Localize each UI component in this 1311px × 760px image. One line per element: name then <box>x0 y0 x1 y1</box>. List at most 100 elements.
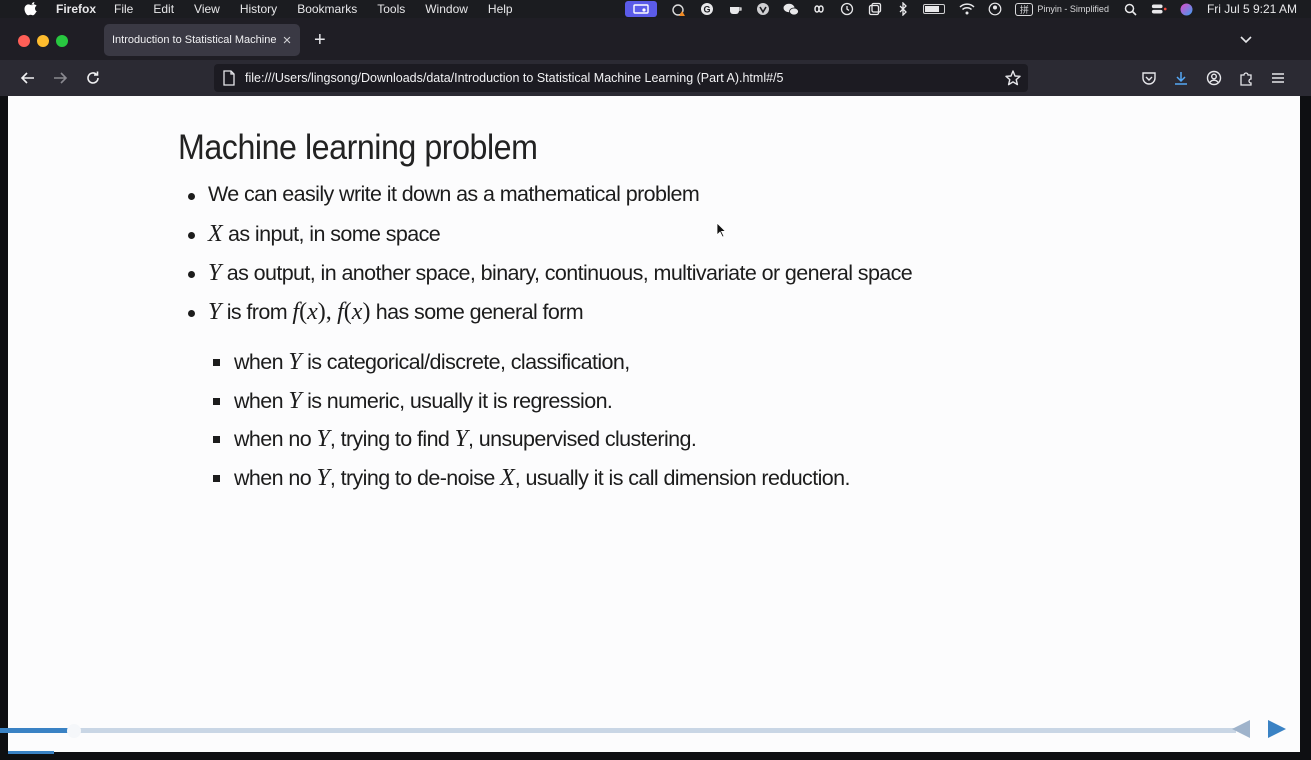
extensions-puzzle-icon[interactable] <box>1237 69 1255 87</box>
slide-progress-fill <box>0 728 75 733</box>
sub-bullet-text: when <box>234 388 289 413</box>
list-item: Y as output, in another space, binary, c… <box>186 260 913 299</box>
browser-nav-bar: file:///Users/lingsong/Downloads/data/In… <box>0 60 1311 96</box>
grammarly-icon[interactable]: G <box>699 2 715 16</box>
slide-progress-track[interactable] <box>0 728 1236 733</box>
screen-share-icon[interactable] <box>625 1 658 17</box>
browser-tab-active[interactable]: Introduction to Statistical Machine L × <box>104 24 300 56</box>
list-item: Y is from f(x), f(x) has some general fo… <box>186 299 912 338</box>
math-var: Y <box>316 465 330 492</box>
math-var: X <box>500 465 515 492</box>
sub-bullet-text: , unsupervised clustering. <box>468 427 697 452</box>
control-center-icon[interactable] <box>1151 2 1167 16</box>
bluetooth-icon[interactable] <box>895 2 911 16</box>
mouse-cursor-icon <box>716 222 727 238</box>
browser-tab-strip: Introduction to Statistical Machine L × … <box>0 18 1311 60</box>
bottom-progress-indicator <box>8 751 54 754</box>
url-text[interactable]: file:///Users/lingsong/Downloads/data/In… <box>245 71 783 85</box>
math-paren: ), <box>317 299 332 325</box>
menu-view[interactable]: View <box>194 2 220 16</box>
sub-bullet-text: is categorical/discrete, classification, <box>301 350 630 374</box>
sub-bullet-text: , trying to de-noise <box>329 466 501 491</box>
menu-history[interactable]: History <box>240 2 277 16</box>
tab-list-chevron-down-icon[interactable] <box>1239 32 1253 50</box>
window-zoom-button[interactable] <box>56 35 68 47</box>
input-method-box: 拼 <box>1015 2 1034 16</box>
slide-next-arrow-icon[interactable] <box>1266 718 1288 745</box>
list-item: when no Y, trying to de-noise X, usually… <box>212 465 850 504</box>
input-method-indicator[interactable]: 拼 Pinyin - Simplified <box>1015 2 1109 16</box>
sub-bullet-text: when no <box>234 427 317 452</box>
menu-app-firefox[interactable]: Firefox <box>56 2 96 16</box>
list-item: when Y is numeric, usually it is regress… <box>212 388 850 427</box>
sub-bullet-text: is numeric, usually it is regression. <box>301 388 613 413</box>
menu-bookmarks[interactable]: Bookmarks <box>297 2 357 16</box>
bottom-edge-strip <box>0 752 1311 760</box>
menu-tools[interactable]: Tools <box>377 2 405 16</box>
menu-file[interactable]: File <box>114 2 133 16</box>
tab-close-icon[interactable]: × <box>278 32 296 49</box>
back-arrow-icon[interactable] <box>19 69 37 87</box>
menu-help[interactable]: Help <box>488 2 513 16</box>
macos-menu-bar: Firefox File Edit View History Bookmarks… <box>0 0 1311 18</box>
math-var: Y <box>316 426 330 453</box>
list-item: when no Y, trying to find Y, unsupervise… <box>212 426 850 465</box>
math-var: Y <box>208 299 222 325</box>
wifi-icon[interactable] <box>959 2 975 16</box>
bullet-text: is from <box>221 300 293 324</box>
apple-icon[interactable] <box>24 2 38 16</box>
menu-edit[interactable]: Edit <box>153 2 174 16</box>
menu-bar-status-area: G 拼 Pinyin - Simplified Fri Jul 5 9:21 A… <box>625 0 1311 18</box>
slide-viewport: Machine learning problem We can easily w… <box>8 96 1300 752</box>
window-minimize-button[interactable] <box>37 35 49 47</box>
list-item: when Y is categorical/discrete, classifi… <box>212 349 850 388</box>
forward-arrow-icon[interactable] <box>51 69 69 87</box>
math-paren: ( <box>343 299 352 325</box>
account-icon[interactable] <box>1205 69 1223 87</box>
math-x: x <box>351 299 363 325</box>
sub-bullet-text: , usually it is call dimension reduction… <box>514 466 851 491</box>
page-document-icon <box>222 70 236 86</box>
menu-window[interactable]: Window <box>425 2 468 16</box>
new-tab-button[interactable]: + <box>314 30 326 50</box>
infinity-icon[interactable] <box>811 2 827 16</box>
slide-title: Machine learning problem <box>178 128 538 167</box>
siri-icon[interactable] <box>1179 2 1195 16</box>
slide-prev-arrow-icon[interactable] <box>1230 718 1252 745</box>
downloads-icon[interactable] <box>1172 69 1190 87</box>
math-var: Y <box>208 260 222 286</box>
list-item: We can easily write it down as a mathema… <box>186 182 912 221</box>
pocket-icon[interactable] <box>1140 69 1158 87</box>
math-var: Y <box>288 387 302 414</box>
tab-title: Introduction to Statistical Machine L <box>112 34 278 46</box>
reload-icon[interactable] <box>84 69 102 87</box>
math-var: Y <box>288 349 302 375</box>
spotlight-search-icon[interactable] <box>1123 2 1139 16</box>
svg-text:G: G <box>704 5 711 15</box>
bullet-text: We can easily write it down as a mathema… <box>208 182 700 206</box>
sub-bullet-text: , trying to find <box>329 427 455 452</box>
math-paren: ( <box>299 299 308 325</box>
slide-bullet-list: We can easily write it down as a mathema… <box>186 182 913 338</box>
battery-icon[interactable] <box>923 4 946 14</box>
time-machine-icon[interactable] <box>839 2 855 16</box>
antivirus-icon[interactable] <box>755 2 771 16</box>
bullet-text: as output, in another space, binary, con… <box>221 261 913 285</box>
math-var: X <box>208 221 223 247</box>
window-manager-icon[interactable] <box>867 2 883 16</box>
math-f: f <box>337 299 344 325</box>
hamburger-menu-icon[interactable] <box>1269 69 1287 87</box>
window-close-button[interactable] <box>18 35 30 47</box>
progress-scrub-handle[interactable] <box>67 724 81 738</box>
bookmark-star-icon[interactable] <box>1004 69 1022 87</box>
math-var: Y <box>454 426 469 453</box>
wechat-icon[interactable] <box>783 2 800 16</box>
creative-cloud-warning-icon[interactable] <box>671 2 687 16</box>
url-bar[interactable]: file:///Users/lingsong/Downloads/data/In… <box>214 64 1028 92</box>
sub-bullet-text: when <box>234 350 289 374</box>
sub-bullet-text: when no <box>234 466 317 491</box>
input-method-label: Pinyin - Simplified <box>1037 4 1109 14</box>
coffee-icon[interactable] <box>727 2 743 16</box>
menu-bar-clock[interactable]: Fri Jul 5 9:21 AM <box>1207 2 1297 16</box>
user-account-icon[interactable] <box>987 2 1003 16</box>
